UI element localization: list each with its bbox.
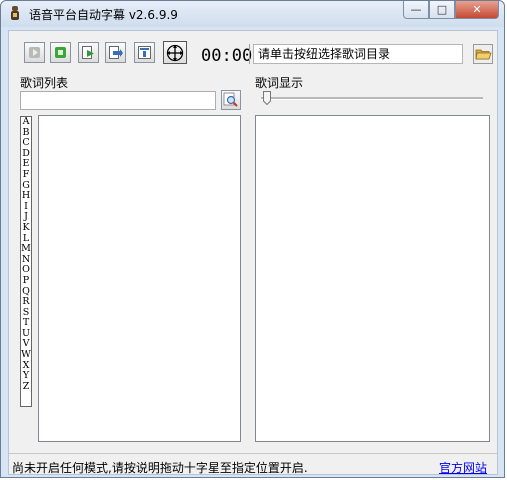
- close-button[interactable]: ✕: [455, 1, 499, 19]
- search-button[interactable]: [221, 90, 241, 110]
- letter-index-item[interactable]: K: [21, 222, 31, 234]
- export-button[interactable]: [134, 42, 155, 63]
- letter-index-item[interactable]: F: [21, 169, 31, 181]
- start-button[interactable]: [78, 42, 99, 63]
- app-window: 语音平台自动字幕 v2.6.9.9 — □ ✕ 00:00 请单击按纽选择歌词目…: [0, 0, 505, 478]
- maximize-button[interactable]: □: [429, 1, 455, 19]
- official-site-link[interactable]: 官方网站: [439, 459, 487, 476]
- sync-button[interactable]: [105, 42, 126, 63]
- position-slider[interactable]: [261, 91, 483, 105]
- letter-index: ABCDEFGHIJKLMNOPQRSTUVWXYZ: [20, 116, 32, 407]
- toolbar-separator: [249, 44, 250, 64]
- move-button[interactable]: [163, 41, 187, 64]
- letter-index-item[interactable]: P: [21, 275, 31, 287]
- stop-button[interactable]: [50, 42, 71, 63]
- lyrics-search-input[interactable]: [20, 91, 216, 110]
- search-icon: [223, 92, 238, 107]
- lyrics-list-label: 歌词列表: [20, 76, 69, 90]
- lyrics-list[interactable]: [38, 115, 241, 442]
- lyrics-display-label: 歌词显示: [255, 76, 304, 90]
- export-icon: [138, 46, 151, 59]
- window-title: 语音平台自动字幕 v2.6.9.9: [29, 8, 178, 22]
- play-doc-icon: [82, 46, 94, 59]
- play-button[interactable]: [24, 42, 45, 63]
- lyrics-display: [255, 115, 490, 442]
- letter-index-item[interactable]: A: [21, 116, 31, 128]
- status-bar: 尚未开启任何模式,请按说明拖动十字星至指定位置开启. 官方网站: [9, 453, 497, 476]
- sync-icon: [108, 46, 123, 59]
- title-bar[interactable]: 语音平台自动字幕 v2.6.9.9 — □ ✕: [1, 1, 504, 27]
- move-cross-icon: [166, 44, 184, 61]
- status-message: 尚未开启任何模式,请按说明拖动十字星至指定位置开启.: [12, 461, 308, 475]
- play-icon: [29, 47, 40, 58]
- slider-track: [261, 97, 483, 100]
- open-folder-icon[interactable]: [473, 44, 493, 64]
- client-area: 00:00 请单击按纽选择歌词目录 歌词列表 ABCDEFGHIJKLMNOPQ…: [8, 30, 498, 475]
- time-display: 00:00: [201, 46, 253, 66]
- minimize-button[interactable]: —: [403, 1, 429, 19]
- directory-status-field: 请单击按纽选择歌词目录: [253, 44, 463, 64]
- stop-icon: [55, 47, 66, 58]
- letter-index-item[interactable]: Z: [21, 381, 31, 393]
- slider-thumb[interactable]: [263, 91, 271, 105]
- app-icon: [11, 6, 19, 20]
